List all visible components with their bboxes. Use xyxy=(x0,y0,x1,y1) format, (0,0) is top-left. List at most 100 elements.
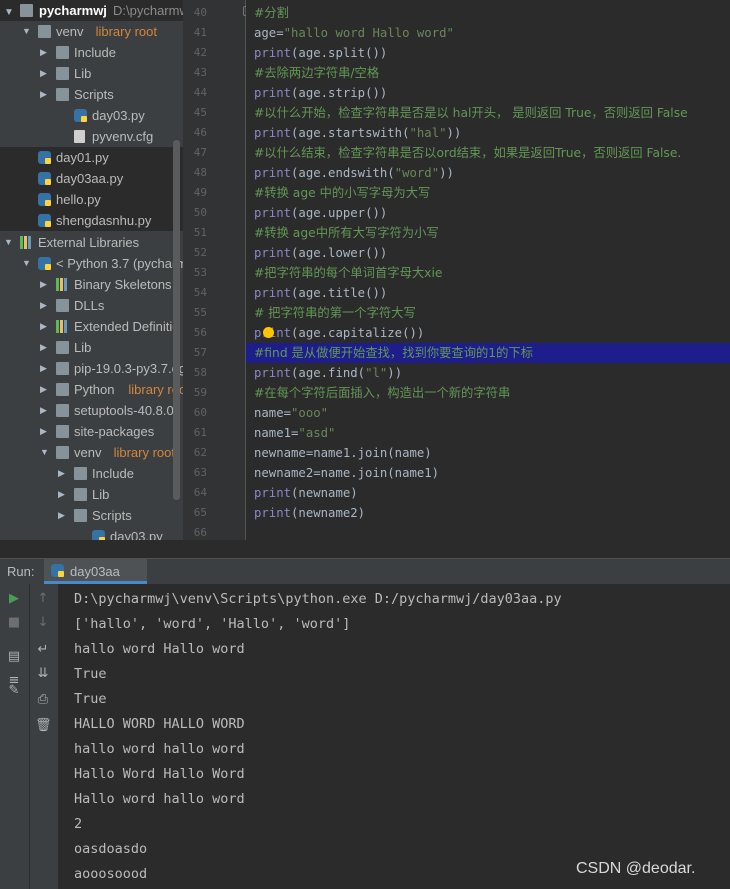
project-root-row[interactable]: ▼ pycharmwj D:\pycharmwj xyxy=(0,0,183,21)
chevron-right-icon[interactable]: ▶ xyxy=(40,295,47,316)
chevron-right-icon[interactable]: ▶ xyxy=(40,63,47,84)
code-line[interactable]: #以什么结束，检查字符串是否以ord结束，如果是返回True，否则返回 Fals… xyxy=(254,143,681,163)
code-line[interactable]: print(age.startswith("hal")) xyxy=(254,123,461,143)
chevron-right-icon[interactable]: ▶ xyxy=(40,316,47,337)
code-line[interactable]: #去除两边字符串/空格 xyxy=(254,63,379,83)
run-console[interactable]: D:\pycharmwj\venv\Scripts\python.exe D:/… xyxy=(58,584,730,889)
line-number: 63 xyxy=(193,466,207,479)
folder-icon xyxy=(56,362,69,375)
scroll-down-icon[interactable]: ↓ xyxy=(35,615,51,631)
chevron-down-icon[interactable]: ▼ xyxy=(22,253,31,274)
code-line[interactable]: #在每个字符后面插入，构造出一个新的字符串 xyxy=(254,383,510,403)
lightbulb-icon[interactable] xyxy=(263,327,274,338)
code-line[interactable]: newname2=name.join(name1) xyxy=(254,463,439,483)
chevron-right-icon[interactable]: ▶ xyxy=(58,484,65,505)
tree-item-pyvenv-cfg[interactable]: pyvenv.cfg xyxy=(0,126,183,147)
run-tab-label: day03aa xyxy=(70,564,120,579)
panel-splitter[interactable] xyxy=(0,540,730,558)
code-line[interactable]: print(age.lower()) xyxy=(254,243,387,263)
code-string: "word" xyxy=(394,166,440,180)
tree-item-external-libraries[interactable]: ▼ External Libraries xyxy=(0,232,183,253)
chevron-right-icon[interactable]: ▶ xyxy=(58,505,65,526)
tree-item-binary-skeletons[interactable]: ▶ Binary Skeletons xyxy=(0,274,183,295)
run-tab[interactable]: day03aa xyxy=(44,559,147,584)
tree-item-setuptools-40-8-0[interactable]: ▶ setuptools-40.8.0- xyxy=(0,400,183,421)
chevron-right-icon[interactable]: ▶ xyxy=(40,379,47,400)
tree-item-dlls[interactable]: ▶ DLLs xyxy=(0,295,183,316)
code-line[interactable]: #分割 xyxy=(254,3,289,23)
code-line[interactable]: # 把字符串的第一个字符大写 xyxy=(254,303,416,323)
tree-item-hello-py[interactable]: hello.py xyxy=(0,189,183,210)
code-comment: #转换 age中所有大写字符为小写 xyxy=(254,226,439,240)
console-output-line: Hallo Word Hallo Word xyxy=(74,766,245,782)
tree-item-lib[interactable]: ▶ Lib xyxy=(0,63,183,84)
tree-item-label: < Python 3.7 (pycharm xyxy=(56,256,183,271)
scroll-to-end-icon[interactable]: ⇊ xyxy=(35,666,51,682)
chevron-right-icon[interactable]: ▶ xyxy=(40,358,47,379)
folder-icon xyxy=(74,488,87,501)
pin-icon[interactable]: ✎ xyxy=(6,683,22,699)
scroll-up-icon[interactable]: ↑ xyxy=(35,591,51,607)
line-number: 47 xyxy=(193,146,207,159)
tree-item-scripts[interactable]: ▶ Scripts xyxy=(0,84,183,105)
tree-item-scripts[interactable]: ▶ Scripts xyxy=(0,505,183,526)
code-line[interactable]: print(age.split()) xyxy=(254,43,387,63)
code-line[interactable]: print(age.title()) xyxy=(254,283,387,303)
tree-item-label: pyvenv.cfg xyxy=(92,129,154,144)
clear-all-icon[interactable]: 🗑 xyxy=(35,718,52,734)
tree-item-venv[interactable]: ▼ venv library root xyxy=(0,442,183,463)
soft-wrap-icon[interactable]: ↵ xyxy=(35,642,51,658)
chevron-right-icon[interactable]: ▶ xyxy=(40,274,47,295)
folder-icon xyxy=(38,25,51,38)
tree-item-site-packages[interactable]: ▶ site-packages xyxy=(0,421,183,442)
tree-item-day01-py[interactable]: day01.py xyxy=(0,147,183,168)
sidebar-scrollbar[interactable] xyxy=(173,140,180,500)
code-editor[interactable]: #分割 age="hallo word Hallo word" print(age.… xyxy=(246,0,730,540)
tree-item-include[interactable]: ▶ Include xyxy=(0,42,183,63)
chevron-down-icon[interactable]: ▼ xyxy=(4,232,13,253)
code-line[interactable]: print(newname) xyxy=(254,483,358,503)
rerun-icon[interactable]: ▶ xyxy=(6,591,22,607)
tree-item-pip-19-0-3-py3-7-eg[interactable]: ▶ pip-19.0.3-py3.7.eg xyxy=(0,358,183,379)
code-text: (age.split()) xyxy=(291,46,388,60)
tree-item-include[interactable]: ▶ Include xyxy=(0,463,183,484)
chevron-right-icon[interactable]: ▶ xyxy=(58,463,65,484)
code-line[interactable]: print(age.find("l")) xyxy=(254,363,402,383)
tree-item-python-3-7-pycharm[interactable]: ▼ < Python 3.7 (pycharm xyxy=(0,253,183,274)
tree-item-day03-py[interactable]: day03.py xyxy=(0,105,183,126)
restore-layout-icon[interactable]: ▤ xyxy=(6,649,22,665)
code-builtin: print xyxy=(254,46,292,60)
code-line[interactable]: print(age.strip()) xyxy=(254,83,387,103)
code-line[interactable]: #以什么开始，检查字符串是否是以 hal开头， 是则返回 True，否则返回 F… xyxy=(254,103,688,123)
chevron-down-icon[interactable]: ▼ xyxy=(22,21,31,42)
collapse-arrow-icon[interactable]: ▼ xyxy=(4,2,14,23)
chevron-right-icon[interactable]: ▶ xyxy=(40,42,47,63)
code-line[interactable]: #find 是从做便开始查找，找到你要查询的1的下标 xyxy=(254,343,533,363)
code-line[interactable]: age="hallo word Hallo word" xyxy=(254,23,454,43)
code-line[interactable]: print(age.endswith("word")) xyxy=(254,163,454,183)
chevron-right-icon[interactable]: ▶ xyxy=(40,421,47,442)
tree-item-day03aa-py[interactable]: day03aa.py xyxy=(0,168,183,189)
chevron-right-icon[interactable]: ▶ xyxy=(40,84,47,105)
code-line[interactable]: print(age.capitalize()) xyxy=(254,323,424,343)
code-text: (age.title()) xyxy=(291,286,388,300)
code-line[interactable]: newname=name1.join(name) xyxy=(254,443,432,463)
tree-item-lib[interactable]: ▶ Lib xyxy=(0,337,183,358)
chevron-down-icon[interactable]: ▼ xyxy=(40,442,49,463)
print-icon[interactable]: ⎙ xyxy=(35,692,51,708)
chevron-right-icon[interactable]: ▶ xyxy=(40,400,47,421)
stop-icon[interactable]: ■ xyxy=(6,615,22,631)
code-line[interactable]: print(newname2) xyxy=(254,503,365,523)
code-line[interactable]: name="ooo" xyxy=(254,403,328,423)
tree-item-extended-definitio[interactable]: ▶ Extended Definitio xyxy=(0,316,183,337)
tree-item-venv[interactable]: ▼ venv library root xyxy=(0,21,183,42)
tree-item-lib[interactable]: ▶ Lib xyxy=(0,484,183,505)
code-line[interactable]: print(age.upper()) xyxy=(254,203,387,223)
code-line[interactable]: #转换 age中所有大写字符为小写 xyxy=(254,223,439,243)
tree-item-shengdasnhu-py[interactable]: shengdasnhu.py xyxy=(0,210,183,231)
code-line[interactable]: name1="asd" xyxy=(254,423,335,443)
chevron-right-icon[interactable]: ▶ xyxy=(40,337,47,358)
tree-item-python[interactable]: ▶ Python library roo xyxy=(0,379,183,400)
code-line[interactable]: #把字符串的每个单词首字母大xie xyxy=(254,263,442,283)
code-line[interactable]: #转换 age 中的小写字母为大写 xyxy=(254,183,430,203)
